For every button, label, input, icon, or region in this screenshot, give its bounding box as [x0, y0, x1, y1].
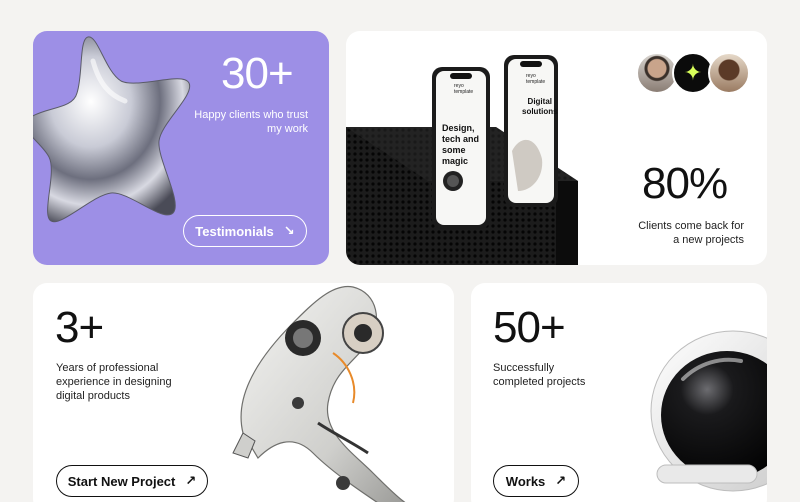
- projects-caption: Successfully completed projects: [493, 362, 586, 388]
- start-new-project-button[interactable]: Start New Project ↗: [56, 465, 208, 497]
- experience-years: 3+: [55, 303, 104, 352]
- left-phone-brand: reyo template: [454, 83, 474, 95]
- clients-count: 30+: [221, 49, 294, 98]
- right-phone-headline: Digital solutions: [522, 97, 558, 116]
- arrow-up-right-icon: ↗: [555, 473, 567, 488]
- client-avatars: ✦: [636, 52, 750, 94]
- testimonials-button[interactable]: Testimonials ↘: [183, 215, 307, 247]
- projects-count: 50+: [493, 303, 566, 352]
- experience-caption: Years of professional experience in desi…: [56, 362, 172, 402]
- return-rate: 80%: [642, 159, 728, 208]
- works-button[interactable]: Works ↗: [493, 465, 579, 497]
- avatar: [708, 52, 750, 94]
- works-button-label: Works: [505, 473, 546, 489]
- arrow-down-right-icon: ↘: [283, 223, 295, 238]
- left-phone-headline: Design, tech and some magic: [442, 123, 480, 166]
- start-new-project-label: Start New Project: [67, 473, 176, 489]
- clients-caption: Happy clients who trust my work: [194, 109, 308, 135]
- return-caption: Clients come back for a new projects: [638, 220, 744, 246]
- testimonials-button-label: Testimonials: [195, 223, 274, 239]
- right-phone-brand: reyo template: [526, 73, 546, 85]
- arrow-up-right-icon: ↗: [185, 473, 197, 488]
